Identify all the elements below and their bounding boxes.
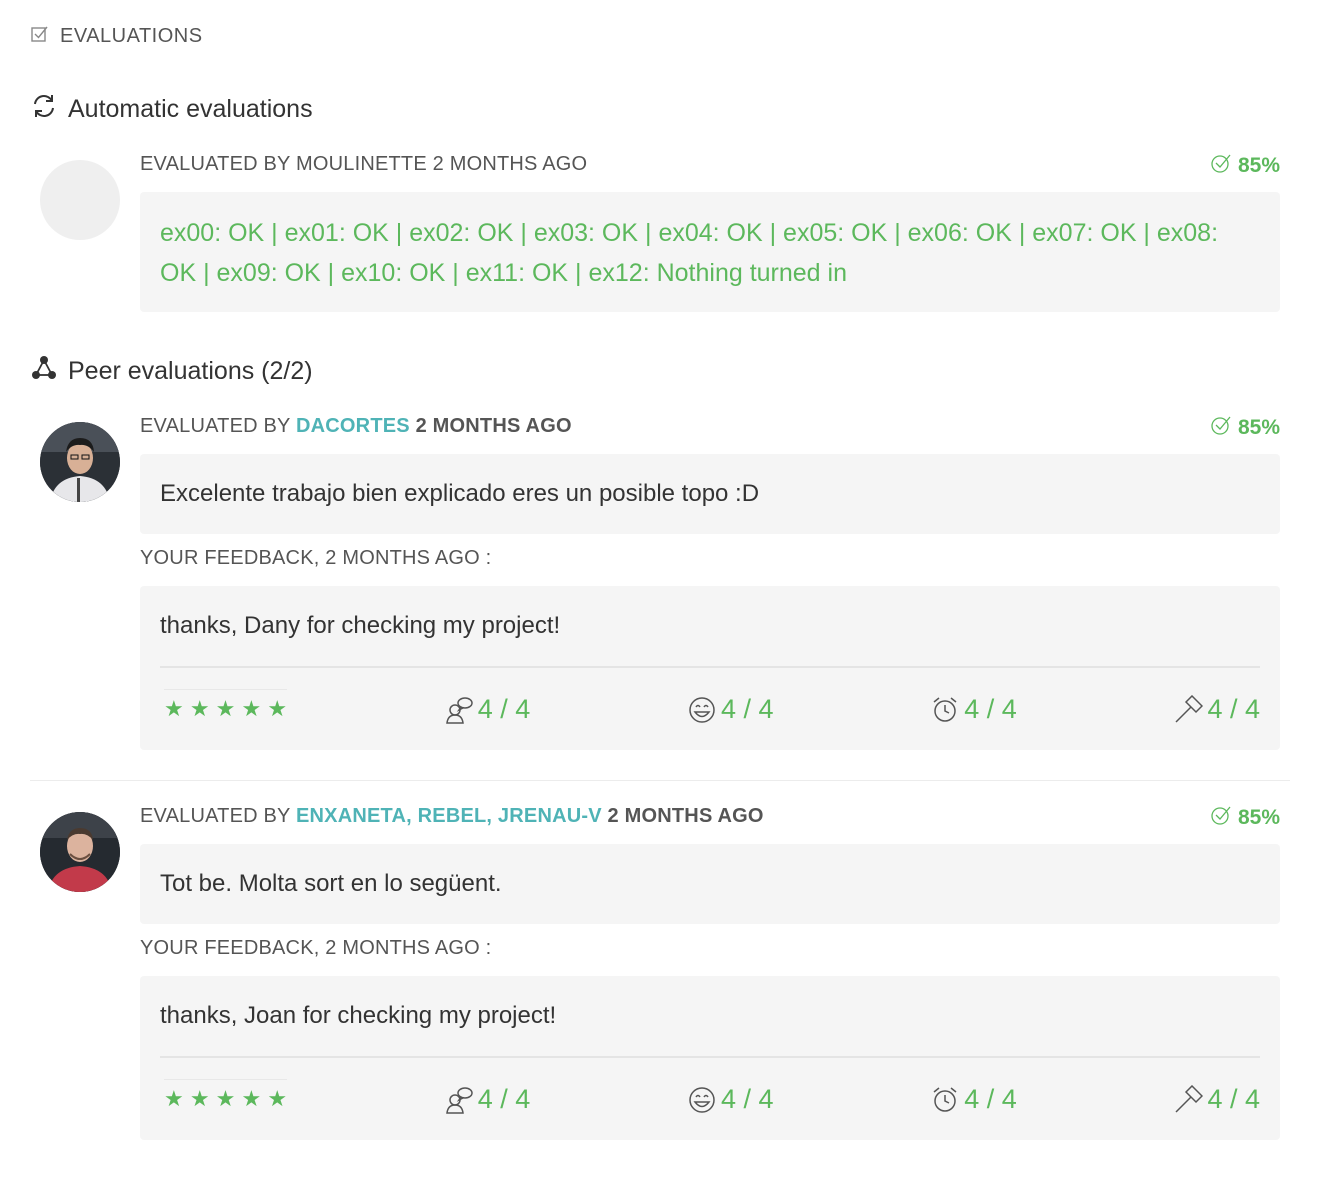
peer2-comment-box: Tot be. Molta sort en lo següent. <box>140 844 1280 924</box>
avatar-dacortes[interactable] <box>40 422 120 502</box>
automatic-evaluations-label: Automatic evaluations <box>68 95 313 123</box>
evaluation-divider <box>30 780 1290 781</box>
peer2-comment: Tot be. Molta sort en lo següent. <box>160 870 502 897</box>
peer1-rating-smiley: 4 / 4 <box>687 694 774 725</box>
peer2-ratings: ★ ★ ★ ★ ★ 4 / 4 4 / 4 4 / 4 4 / 4 <box>160 1058 1260 1140</box>
peer-evaluations-heading: Peer evaluations (2/2) <box>30 354 313 389</box>
peer1-comment-box: Excelente trabajo bien explicado eres un… <box>140 454 1280 534</box>
peer1-time: 2 MONTHS AGO <box>415 415 572 437</box>
peer1-feedback-label: YOUR FEEDBACK, 2 MONTHS AGO : <box>140 547 492 569</box>
peer1-stars: ★ ★ ★ ★ ★ <box>164 688 288 722</box>
peer2-rating-1-value: 4 / 4 <box>477 1083 531 1114</box>
automatic-evaluated-by: EVALUATED BY MOULINETTE 2 MONTHS AGO <box>140 153 588 175</box>
peer2-feedback-label: YOUR FEEDBACK, 2 MONTHS AGO : <box>140 937 492 959</box>
check-circle-icon <box>1210 804 1232 832</box>
automatic-score-value: 85% <box>1237 154 1280 177</box>
hammer-icon <box>1175 1084 1204 1113</box>
peer1-comment: Excelente trabajo bien explicado eres un… <box>160 480 760 507</box>
peer2-evaluator-link[interactable]: ENXANETA, REBEL, JRENAU-V <box>296 805 602 827</box>
peer2-rating-communication: 4 / 4 <box>444 1083 531 1115</box>
chat-person-icon <box>445 696 473 724</box>
peer1-rating-punctuality: 4 / 4 <box>930 694 1017 725</box>
peer1-score: 85% <box>1210 414 1280 442</box>
peer1-rating-work: 4 / 4 <box>1173 694 1260 725</box>
peer2-score-value: 85% <box>1237 806 1280 829</box>
peer2-prefix: EVALUATED BY <box>140 805 296 827</box>
hammer-icon <box>1175 694 1204 723</box>
peer2-stars: ★ ★ ★ ★ ★ <box>164 1078 288 1112</box>
peer1-feedback-text: thanks, Dany for checking my project! <box>160 586 1260 668</box>
evaluations-header: EVALUATIONS <box>30 24 203 49</box>
peer2-rating-punctuality: 4 / 4 <box>930 1084 1017 1115</box>
peer-evaluations-label: Peer evaluations (2/2) <box>68 357 313 385</box>
automatic-score: 85% <box>1210 152 1280 180</box>
moulinette-avatar <box>40 160 120 240</box>
peer2-feedback-text: thanks, Joan for checking my project! <box>160 976 1260 1058</box>
smiley-icon <box>689 696 715 723</box>
peer2-feedback-box: thanks, Joan for checking my project! ★ … <box>140 976 1280 1140</box>
alarm-clock-icon <box>933 1086 957 1112</box>
automatic-result-text: ex00: OK | ex01: OK | ex02: OK | ex03: O… <box>160 219 1219 287</box>
peer2-rating-work: 4 / 4 <box>1173 1084 1260 1115</box>
peer1-prefix: EVALUATED BY <box>140 415 296 437</box>
avatar-enxaneta[interactable] <box>40 812 120 892</box>
peer2-rating-3-value: 4 / 4 <box>964 1083 1017 1114</box>
peer2-rating-smiley: 4 / 4 <box>687 1084 774 1115</box>
automatic-evaluations-heading: Automatic evaluations <box>30 92 313 127</box>
peer1-rating-2-value: 4 / 4 <box>720 693 774 724</box>
peer1-feedback-box: thanks, Dany for checking my project! ★ … <box>140 586 1280 750</box>
peer1-score-value: 85% <box>1237 416 1280 439</box>
peer1-evaluator-link[interactable]: DACORTES <box>296 415 410 437</box>
peer1-rating-3-value: 4 / 4 <box>964 693 1017 724</box>
peer1-rating-1-value: 4 / 4 <box>477 693 531 724</box>
check-circle-icon <box>1210 152 1232 180</box>
peer2-evaluated-by: EVALUATED BY ENXANETA, REBEL, JRENAU-V 2… <box>140 805 764 828</box>
automatic-result-box: ex00: OK | ex01: OK | ex02: OK | ex03: O… <box>140 192 1280 312</box>
refresh-icon <box>30 92 58 127</box>
chat-person-icon <box>445 1086 473 1114</box>
peer1-evaluated-by: EVALUATED BY DACORTES 2 MONTHS AGO <box>140 415 572 438</box>
peer2-rating-4-value: 4 / 4 <box>1207 1083 1260 1114</box>
checkbox-icon <box>30 24 50 49</box>
peer2-rating-2-value: 4 / 4 <box>720 1083 774 1114</box>
evaluations-title: EVALUATIONS <box>60 25 203 47</box>
check-circle-icon <box>1210 414 1232 442</box>
peer1-ratings: ★ ★ ★ ★ ★ 4 / 4 4 / 4 4 / 4 4 / 4 <box>160 668 1260 750</box>
alarm-clock-icon <box>933 696 957 722</box>
peer1-rating-4-value: 4 / 4 <box>1207 693 1260 724</box>
peer1-rating-communication: 4 / 4 <box>444 693 531 725</box>
smiley-icon <box>689 1086 715 1113</box>
network-icon <box>30 354 58 389</box>
peer2-time: 2 MONTHS AGO <box>607 805 764 827</box>
peer2-score: 85% <box>1210 804 1280 832</box>
